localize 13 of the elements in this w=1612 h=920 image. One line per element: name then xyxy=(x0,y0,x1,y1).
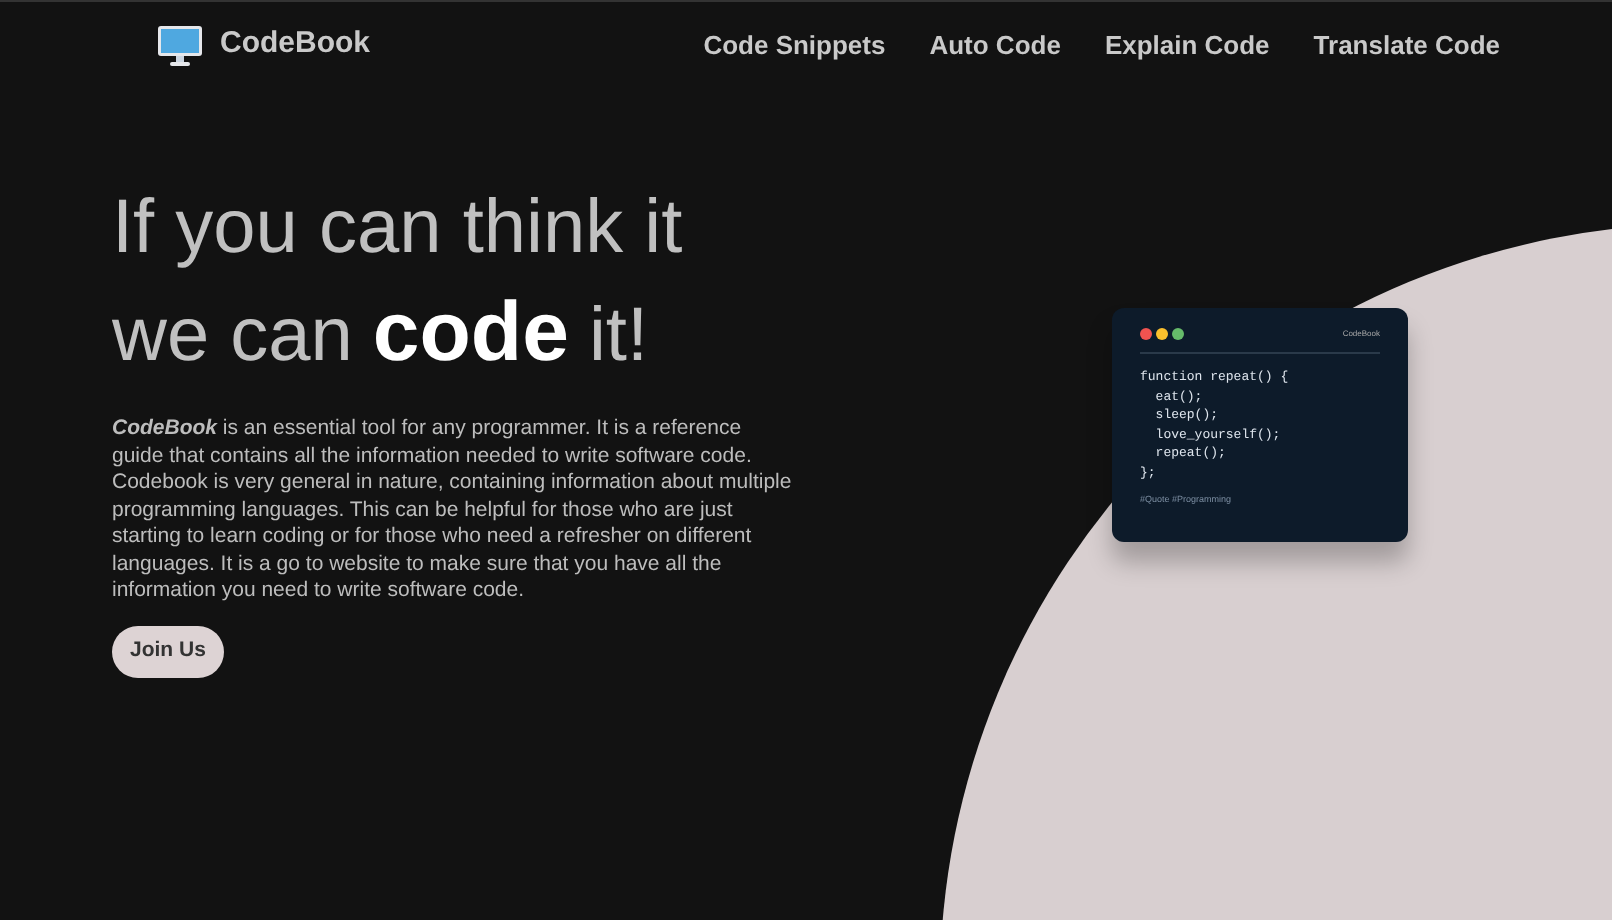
monitor-icon xyxy=(156,23,204,67)
join-button[interactable]: Join Us xyxy=(112,625,224,677)
nav-link[interactable]: Auto Code xyxy=(929,25,1061,65)
headline-emphasis: code xyxy=(372,282,569,382)
headline-text: we can xyxy=(112,292,353,382)
nav-link[interactable]: Code Snippets xyxy=(703,25,886,65)
nav-link[interactable]: Explain Code xyxy=(1104,25,1270,65)
headline-text: it! xyxy=(588,292,648,382)
nav-link[interactable]: Translate Code xyxy=(1313,25,1500,65)
headline-text: If you can think it xyxy=(112,184,685,274)
window-dots-icon xyxy=(1140,328,1184,340)
brand-name[interactable]: CodeBook xyxy=(220,22,370,68)
description-paragraph: CodeBook is an essential tool for any programmer. It is a reference guide that contains all the information needed to write software code. Codebook is very general in nature, containing information about multiple programming languages. This can be helpful for those who are just starting to learn coding or for those who need a refresher on different languages. It is a go to website to make sure that you have all the information you need to write software code. xyxy=(112,416,792,605)
